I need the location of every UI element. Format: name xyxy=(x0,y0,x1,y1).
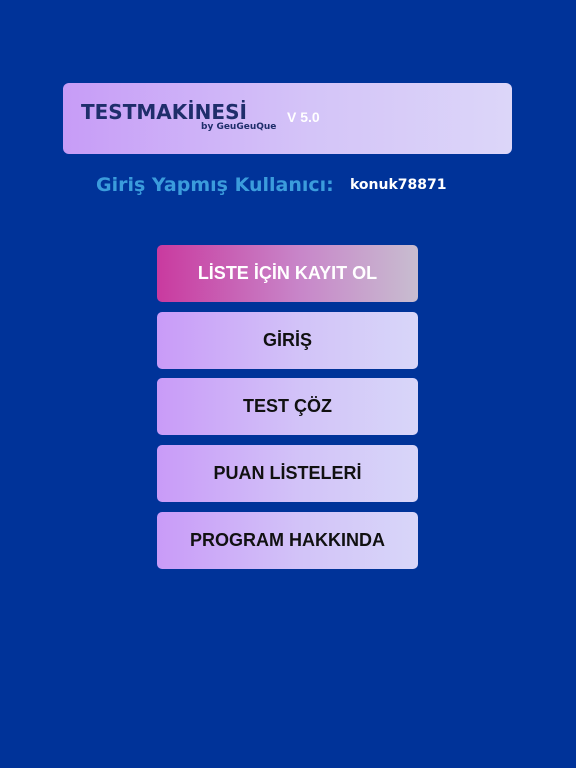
version-label: V 5.0 xyxy=(287,109,320,125)
logo-byline: by GeuGeuQue xyxy=(201,122,277,132)
login-button[interactable]: GİRİŞ xyxy=(157,312,418,369)
score-lists-label: PUAN LİSTELERİ xyxy=(213,463,362,483)
solve-test-button[interactable]: TEST ÇÖZ xyxy=(157,378,418,435)
app-logo: TESTMAKİNESİ by GeuGeuQue xyxy=(81,100,281,140)
register-for-list-label: LİSTE İÇİN KAYIT OL xyxy=(197,263,378,283)
solve-test-label: TEST ÇÖZ xyxy=(243,396,332,416)
header-card: TESTMAKİNESİ by GeuGeuQue V 5.0 xyxy=(63,83,512,154)
about-program-label: PROGRAM HAKKINDA xyxy=(190,530,385,550)
register-for-list-button[interactable]: LİSTE İÇİN KAYIT OL xyxy=(157,245,418,302)
app-screen: { "header": { "logo_text": "TESTMAKİNESİ… xyxy=(0,0,576,768)
about-program-button[interactable]: PROGRAM HAKKINDA xyxy=(157,512,418,569)
login-label: GİRİŞ xyxy=(262,330,312,350)
logged-in-user-label: Giriş Yapmış Kullanıcı: xyxy=(96,174,334,196)
logged-in-username: konuk78871 xyxy=(350,177,447,193)
score-lists-button[interactable]: PUAN LİSTELERİ xyxy=(157,445,418,502)
logo-text: TESTMAKİNESİ xyxy=(81,100,247,124)
